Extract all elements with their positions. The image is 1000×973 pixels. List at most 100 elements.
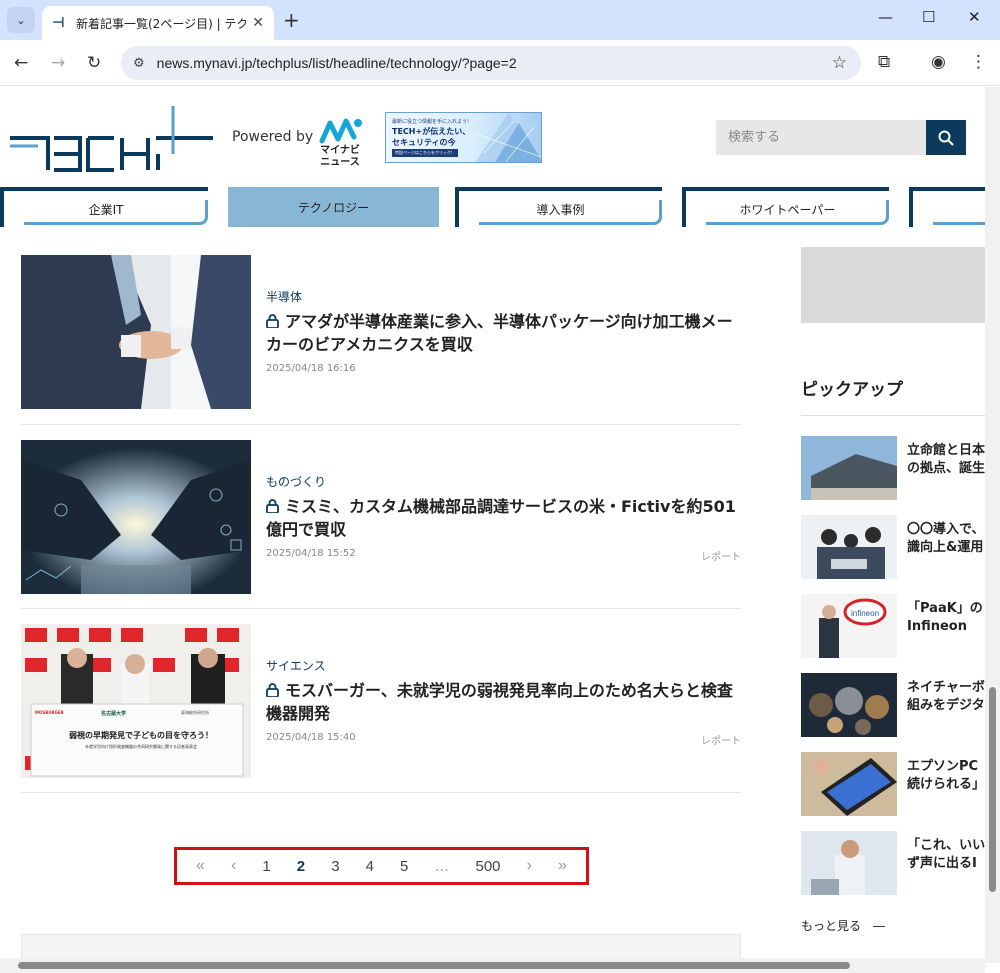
browser-tab-active[interactable]: ⊣ 新着記事一覧(2ページ目) | テクノロ ✕ [42,6,274,40]
pickup-title[interactable]: ネイチャーボ 組みをデジタ [907,679,985,715]
bookmark-star-icon[interactable]: ☆ [832,53,847,73]
pickup-thumbnail[interactable] [801,436,897,500]
horizontal-scrollbar[interactable] [0,958,985,973]
office-team-image [801,515,897,579]
page-link-last[interactable]: 500 [475,858,500,875]
scrollbar-thumb[interactable] [989,687,996,892]
press-conference-image [21,624,251,778]
category-tab-case-studies[interactable]: 導入事例 [455,187,662,227]
address-bar[interactable]: ⚙ news.mynavi.jp/techplus/list/headline/… [121,46,861,80]
search-button[interactable] [926,120,966,155]
article-title-text[interactable]: アマダが半導体産業に参入、半導体パッケージ向け加工機メーカーのビアメカニクスを買… [266,312,733,354]
pickup-item[interactable]: ネイチャーボ 組みをデジタ [801,673,985,737]
next-page-button[interactable]: › [527,857,532,875]
profile-icon[interactable]: ◉ [931,52,946,72]
banner-graphic [474,113,541,162]
thumb-brand-nagoya: 名古屋大学 [101,711,127,717]
pickup-item[interactable]: 〇〇導入で、 識向上&運用 [801,515,985,579]
security-banner-ad[interactable]: 最新に役立つ情報を手に入れよう! TECH+が伝えたい、 セキュリティの今 特設… [385,112,542,163]
tab-title: 新着記事一覧(2ページ目) | テクノロ [76,16,246,31]
more-link[interactable]: もっと見る ― [801,917,885,934]
pickup-item[interactable]: 「これ、いい ず声に出るI [801,831,985,895]
pickup-thumbnail[interactable] [801,752,897,816]
new-tab-button[interactable]: + [283,8,300,32]
article-type-label: レポート [701,552,741,563]
article-title[interactable]: モスバーガー、未就学児の弱視発見率向上のため名大らと検査機器開発 [266,679,741,725]
tablet-image [801,752,897,816]
pickup-heading: ピックアップ [801,380,903,400]
site-info-icon[interactable]: ⚙ [133,56,145,71]
article-type-label: レポート [701,736,741,747]
first-page-button[interactable]: « [196,857,205,875]
pickup-title[interactable]: 「これ、いい ず声に出るI [907,837,985,873]
extensions-icon[interactable]: ⧉ [878,52,890,72]
article-title[interactable]: ミスミ、カスタム機械部品調達サービスの米・Fictivを約501億円で買収 [266,495,741,541]
article-item[interactable]: ものづくり ミスミ、カスタム機械部品調達サービスの米・Fictivを約501億円… [21,440,741,610]
site-search-field[interactable] [716,120,926,155]
prev-page-button[interactable]: ‹ [231,857,236,875]
url-text[interactable]: news.mynavi.jp/techplus/list/headline/te… [157,55,517,71]
pickup-thumbnail[interactable]: infineon [801,594,897,658]
pickup-item[interactable]: infineon 「PaaK」の Infineon [801,594,985,658]
tab-search-button[interactable]: ⌄ [7,7,35,33]
article-date: 2025/04/18 15:40 [266,732,356,743]
pickup-thumbnail[interactable] [801,515,897,579]
reload-button[interactable]: ↻ [87,53,101,73]
category-tab-enterprise-it[interactable]: 企業IT [0,187,208,227]
article-title[interactable]: アマダが半導体産業に参入、半導体パッケージ向け加工機メーカーのビアメカニクスを買… [266,310,741,356]
page-link-1[interactable]: 1 [262,858,270,875]
article-thumbnail[interactable] [21,440,251,594]
pickup-title[interactable]: 〇〇導入で、 識向上&運用 [907,521,985,557]
minimize-button[interactable]: — [878,8,893,26]
article-category[interactable]: 半導体 [266,288,302,305]
close-tab-icon[interactable]: ✕ [252,15,264,31]
pickup-item[interactable]: エプソンPC 続けられる」 [801,752,985,816]
page-link-5[interactable]: 5 [400,858,408,875]
vertical-scrollbar[interactable] [985,87,1000,963]
banner-cta[interactable]: 特設ページはこちらをクリック! [392,149,458,157]
pickup-title[interactable]: 立命館と日本 の拠点、誕生 [907,442,985,478]
article-date: 2025/04/18 15:52 [266,548,356,559]
pickup-thumbnail[interactable] [801,831,897,895]
mynavi-news-label: マイナビ ニュース [319,145,361,169]
campus-building-image [801,436,897,500]
infineon-person-image: infineon [801,594,897,658]
pickup-item[interactable]: 立命館と日本 の拠点、誕生 [801,436,985,500]
handshake-image [21,255,251,409]
page-link-4[interactable]: 4 [366,858,374,875]
category-label: ホワイトペーパー [739,202,836,217]
page-link-3[interactable]: 3 [331,858,339,875]
forward-button[interactable]: → [51,53,65,73]
article-category[interactable]: ものづくり [266,473,326,490]
search-icon [938,130,954,146]
article-category[interactable]: サイエンス [266,657,326,674]
pickup-title[interactable]: 「PaaK」の Infineon [907,600,985,636]
article-thumbnail[interactable]: MOSBURGER 名古屋大学 東海総合研究所 弱視の早期発見で子どもの目を守ろ… [21,624,251,778]
article-date: 2025/04/18 16:16 [266,363,356,374]
search-input[interactable] [716,120,926,155]
divider [21,792,741,793]
menu-kebab-icon[interactable]: ⋮ [970,52,987,72]
category-tab-technology[interactable]: テクノロジー [228,187,439,227]
article-item[interactable]: MOSBURGER 名古屋大学 東海総合研究所 弱視の早期発見で子どもの目を守ろ… [21,624,741,794]
lock-icon [266,314,279,328]
page-viewport: Powered by マイナビ ニュース 最新に役立つ情報を手に入れよう! TE… [0,87,985,963]
article-item[interactable]: 半導体 アマダが半導体産業に参入、半導体パッケージ向け加工機メーカーのビアメカニ… [21,255,741,425]
close-window-button[interactable]: ✕ [968,8,981,26]
category-nav: 企業IT テクノロジー 導入事例 ホワイトペーパー [0,187,985,227]
pickup-title[interactable]: エプソンPC 続けられる」 [907,758,985,794]
category-tab-next[interactable] [909,187,985,227]
scrollbar-thumb[interactable] [18,962,850,969]
article-thumbnail[interactable] [21,255,251,409]
back-button[interactable]: ← [14,53,28,73]
page-ellipsis: … [434,857,450,875]
article-title-text[interactable]: ミスミ、カスタム機械部品調達サービスの米・Fictivを約501億円で買収 [266,497,736,539]
techplus-logo[interactable] [8,102,218,172]
pickup-thumbnail[interactable] [801,673,897,737]
thumb-brand-tokai: 東海総合研究所 [181,710,209,715]
maximize-button[interactable]: ☐ [922,8,935,26]
article-title-text[interactable]: モスバーガー、未就学児の弱視発見率向上のため名大らと検査機器開発 [266,681,733,723]
category-tab-whitepaper[interactable]: ホワイトペーパー [682,187,889,227]
thumb-headline: 弱視の早期発見で子どもの目を守ろう！ [69,731,213,740]
last-page-button[interactable]: » [558,857,567,875]
